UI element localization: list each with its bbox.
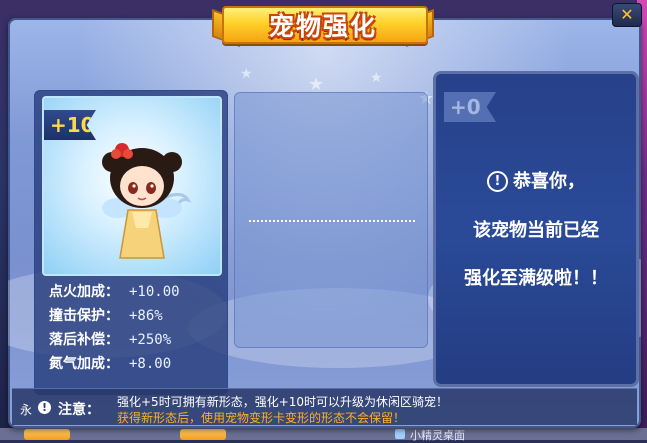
dotted-divider (249, 220, 415, 222)
stat-row: 氮气加成： +8.00 (49, 353, 219, 377)
pet-card[interactable]: +10 (42, 96, 222, 276)
result-line-3: 强化至满级啦！！ (464, 268, 608, 289)
stat-value: +86% (129, 308, 163, 324)
dialog-title: 宠物强化 (268, 12, 377, 41)
stat-label: 撞击保护： (49, 308, 119, 324)
close-icon: ✕ (620, 5, 634, 24)
background-bottom-text: 小精灵桌面 (410, 429, 465, 442)
notice-bar: 永 ! 注意： 强化+5时可拥有新形态，强化+10时可以升级为休闲区骑宠！ 获得… (12, 388, 637, 425)
stat-row: 落后补偿： +250% (49, 329, 219, 353)
enhance-material-slot[interactable] (234, 92, 428, 348)
stat-value: +8.00 (129, 356, 172, 372)
pet-enhance-dialog: ★ ★ ★ ★ +10 (8, 18, 641, 428)
star-icon: ★ (370, 70, 383, 86)
notice-side-text: 永 (20, 403, 33, 417)
stat-value: +10.00 (129, 284, 180, 300)
background-bottom-bar: 小精灵桌面 (0, 428, 647, 442)
stat-label: 点火加成： (49, 284, 119, 300)
stat-row: 点火加成： +10.00 (49, 281, 219, 305)
level-badge: +10 (44, 110, 96, 140)
stat-value: +250% (129, 332, 172, 348)
pet-info-panel: +10 点火加成： +10.00 撞击保护： +86% 落后补偿： +250% … (34, 90, 228, 395)
desktop-icon (395, 429, 405, 439)
result-line-1: ! 恭喜你， (436, 167, 636, 193)
info-icon: ! (487, 171, 508, 192)
close-button[interactable]: ✕ (612, 3, 642, 27)
stat-label: 落后补偿： (49, 332, 119, 348)
pet-sprite (102, 143, 192, 259)
stat-row: 撞击保护： +86% (49, 305, 219, 329)
star-icon: ★ (240, 66, 253, 82)
title-banner: 宠物强化 (212, 0, 434, 48)
warning-icon: ! (38, 401, 51, 414)
background-button (24, 429, 70, 440)
notice-line-1: 强化+5时可拥有新形态，强化+10时可以升级为休闲区骑宠！ (117, 395, 449, 409)
result-line-2: 该宠物当前已经 (473, 220, 599, 241)
stat-label: 氮气加成： (49, 356, 119, 372)
stats-list: 点火加成： +10.00 撞击保护： +86% 落后补偿： +250% 氮气加成： +8… (49, 281, 219, 377)
ghost-level-badge: +0 (444, 92, 496, 122)
enhance-result-panel: +0 ! 恭喜你， 该宠物当前已经 强化至满级啦！！ (433, 71, 639, 387)
notice-line-2: 获得新形态后，使用宠物变形卡变形的形态不会保留！ (117, 411, 406, 425)
notice-label: 注意： (58, 402, 100, 418)
background-button (180, 429, 226, 440)
